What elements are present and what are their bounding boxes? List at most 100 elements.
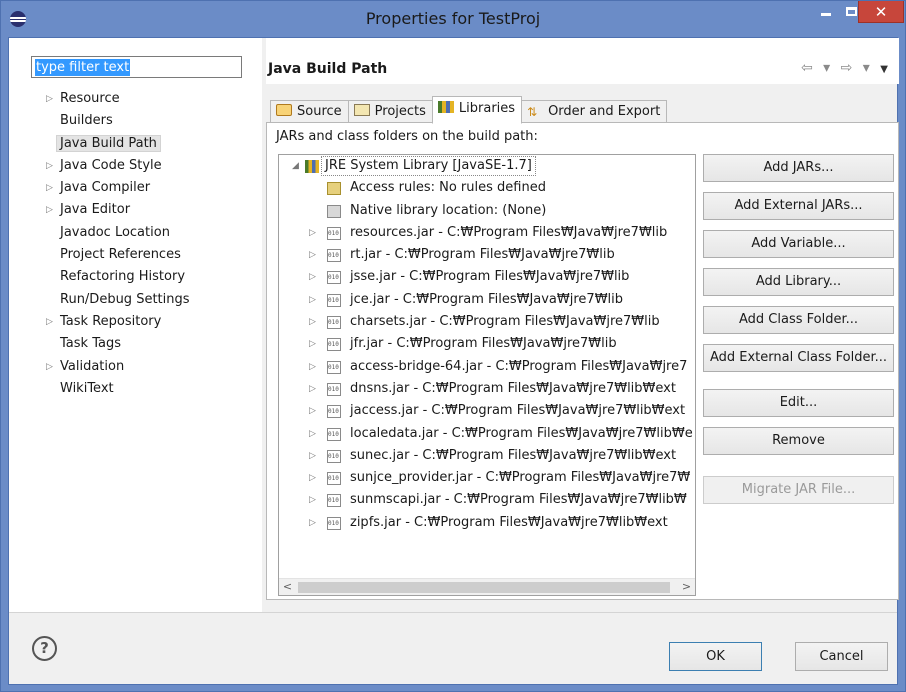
nav-item-project-references[interactable]: Project References <box>9 244 262 266</box>
add-jars-button[interactable]: Add JARs... <box>703 154 894 182</box>
tree-item[interactable]: ▷ sunec.jar - C:₩Program Files₩Java₩jre7₩… <box>279 445 695 467</box>
tree-item[interactable]: Native library location: (None) <box>279 200 695 222</box>
expand-arrow-icon[interactable]: ▷ <box>46 356 53 378</box>
tab-source[interactable]: Source <box>270 100 349 124</box>
tree-item-label: Native library location: (None) <box>350 202 547 218</box>
nav-item-refactoring-history[interactable]: Refactoring History <box>9 266 262 288</box>
nav-item-javadoc-location[interactable]: Javadoc Location <box>9 222 262 244</box>
tree-item[interactable]: ▷ zipfs.jar - C:₩Program Files₩Java₩jre7₩… <box>279 512 695 534</box>
expand-arrow-icon[interactable]: ▷ <box>46 88 53 110</box>
nav-item-run-debug-settings[interactable]: Run/Debug Settings <box>9 289 262 311</box>
expand-arrow-icon[interactable]: ▷ <box>46 155 53 177</box>
scroll-thumb[interactable] <box>298 582 670 593</box>
add-external-class-folder-button[interactable]: Add External Class Folder... <box>703 344 894 372</box>
tree-item[interactable]: ▷ jce.jar - C:₩Program Files₩Java₩jre7₩li… <box>279 289 695 311</box>
ok-button[interactable]: OK <box>669 642 762 671</box>
nav-item-resource[interactable]: ▷ Resource <box>9 88 262 110</box>
jar-icon <box>327 249 341 263</box>
scroll-right-icon[interactable]: > <box>678 579 695 595</box>
jar-icon <box>327 271 341 285</box>
nav-item-label: Task Tags <box>60 336 121 352</box>
scroll-left-icon[interactable]: < <box>279 579 296 595</box>
tree-item[interactable]: ▷ charsets.jar - C:₩Program Files₩Java₩jr… <box>279 311 695 333</box>
expand-arrow-icon[interactable]: ▷ <box>309 266 316 288</box>
tree-item[interactable]: ▷ dnsns.jar - C:₩Program Files₩Java₩jre7₩… <box>279 378 695 400</box>
filter-text-selection: type filter text <box>35 59 131 76</box>
expand-arrow-icon[interactable]: ▷ <box>309 378 316 400</box>
expand-arrow-icon[interactable]: ▷ <box>309 423 316 445</box>
add-library-button[interactable]: Add Library... <box>703 268 894 296</box>
tree-item[interactable]: ▷ jsse.jar - C:₩Program Files₩Java₩jre7₩l… <box>279 266 695 288</box>
expand-arrow-icon[interactable]: ▷ <box>46 311 53 333</box>
expand-arrow-icon[interactable]: ▷ <box>46 177 53 199</box>
jar-icon <box>327 405 341 419</box>
close-button[interactable]: ✕ <box>858 1 904 23</box>
edit-button[interactable]: Edit... <box>703 389 894 417</box>
nav-item-java-compiler[interactable]: ▷ Java Compiler <box>9 177 262 199</box>
nav-item-java-editor[interactable]: ▷ Java Editor <box>9 199 262 221</box>
help-icon[interactable]: ? <box>32 636 57 661</box>
nav-item-validation[interactable]: ▷ Validation <box>9 356 262 378</box>
expand-arrow-icon[interactable]: ▷ <box>309 445 316 467</box>
tree-item[interactable]: ▷ resources.jar - C:₩Program Files₩Java₩j… <box>279 222 695 244</box>
tree-item[interactable]: ▷ access-bridge-64.jar - C:₩Program Files… <box>279 356 695 378</box>
expand-arrow-icon[interactable]: ▷ <box>46 199 53 221</box>
tab-order-and-export[interactable]: ⇅ Order and Export <box>521 100 668 124</box>
horizontal-scrollbar[interactable]: < > <box>279 578 695 595</box>
expand-arrow-icon[interactable]: ▷ <box>309 289 316 311</box>
expand-arrow-icon[interactable]: ▷ <box>309 356 316 378</box>
tree-item-label: dnsns.jar - C:₩Program Files₩Java₩jre7₩l… <box>350 380 676 396</box>
history-arrows-icon[interactable]: ⇦ ▾ ⇨ ▾ <box>801 60 873 76</box>
tab-libraries[interactable]: Libraries <box>431 96 523 124</box>
tree-item-label: sunmscapi.jar - C:₩Program Files₩Java₩jr… <box>350 492 687 508</box>
access-rules-icon <box>327 182 341 196</box>
tree-item-label: zipfs.jar - C:₩Program Files₩Java₩jre7₩l… <box>350 514 668 530</box>
add-external-jars-button[interactable]: Add External JARs... <box>703 192 894 220</box>
tree-item[interactable]: ▷ jfr.jar - C:₩Program Files₩Java₩jre7₩li… <box>279 333 695 355</box>
minimize-button[interactable] <box>811 1 840 23</box>
collapse-arrow-icon[interactable]: ◢ <box>292 155 299 177</box>
jar-icon <box>327 316 341 330</box>
nav-item-wikitext[interactable]: WikiText <box>9 378 262 400</box>
expand-arrow-icon[interactable]: ▷ <box>309 311 316 333</box>
view-menu-icon[interactable]: ▼ <box>880 64 891 75</box>
expand-arrow-icon[interactable]: ▷ <box>309 467 316 489</box>
expand-arrow-icon[interactable]: ▷ <box>309 512 316 534</box>
nav-item-task-tags[interactable]: Task Tags <box>9 333 262 355</box>
nav-item-builders[interactable]: Builders <box>9 110 262 132</box>
nav-item-label: Resource <box>60 91 120 106</box>
tree-item-label: jce.jar - C:₩Program Files₩Java₩jre7₩lib <box>350 291 624 307</box>
add-variable-button[interactable]: Add Variable... <box>703 230 894 258</box>
tree-item[interactable]: ▷ localedata.jar - C:₩Program Files₩Java₩… <box>279 423 695 445</box>
footer-separator <box>9 612 897 613</box>
nav-item-label: Javadoc Location <box>60 224 170 240</box>
nav-item-java-code-style[interactable]: ▷ Java Code Style <box>9 155 262 177</box>
expand-arrow-icon[interactable]: ▷ <box>309 244 316 266</box>
tree-item[interactable]: ▷ sunjce_provider.jar - C:₩Program Files₩… <box>279 467 695 489</box>
tree-item-label: jaccess.jar - C:₩Program Files₩Java₩jre7… <box>350 403 686 419</box>
add-class-folder-button[interactable]: Add Class Folder... <box>703 306 894 334</box>
cancel-button[interactable]: Cancel <box>795 642 888 671</box>
expand-arrow-icon[interactable]: ▷ <box>309 222 316 244</box>
jre-system-library-node[interactable]: ◢ JRE System Library [JavaSE-1.7] <box>279 155 695 177</box>
tree-item-label: sunjce_provider.jar - C:₩Program Files₩J… <box>350 470 691 486</box>
tree-item-label: jsse.jar - C:₩Program Files₩Java₩jre7₩li… <box>350 269 630 285</box>
remove-button[interactable]: Remove <box>703 427 894 455</box>
tree-item[interactable]: Access rules: No rules defined <box>279 177 695 199</box>
expand-arrow-icon[interactable]: ▷ <box>309 489 316 511</box>
tree-item[interactable]: ▷ rt.jar - C:₩Program Files₩Java₩jre7₩lib <box>279 244 695 266</box>
libraries-tree[interactable]: ◢ JRE System Library [JavaSE-1.7] Access r… <box>278 154 696 596</box>
nav-item-java-build-path[interactable]: Java Build Path <box>9 133 262 155</box>
tree-item[interactable]: ▷ jaccess.jar - C:₩Program Files₩Java₩jre… <box>279 400 695 422</box>
jar-icon <box>327 360 341 374</box>
tab-projects[interactable]: Projects <box>347 100 433 124</box>
expand-arrow-icon[interactable]: ▷ <box>309 333 316 355</box>
maximize-icon <box>846 7 857 16</box>
jar-icon <box>327 516 341 530</box>
tree-item-label: localedata.jar - C:₩Program Files₩Java₩j… <box>350 425 693 441</box>
history-navigation[interactable]: ⇦ ▾ ⇨ ▾ ▼ <box>801 60 891 76</box>
nav-item-task-repository[interactable]: ▷ Task Repository <box>9 311 262 333</box>
title-bar[interactable]: Properties for TestProj ✕ <box>1 1 905 37</box>
expand-arrow-icon[interactable]: ▷ <box>309 400 316 422</box>
tree-item[interactable]: ▷ sunmscapi.jar - C:₩Program Files₩Java₩j… <box>279 489 695 511</box>
